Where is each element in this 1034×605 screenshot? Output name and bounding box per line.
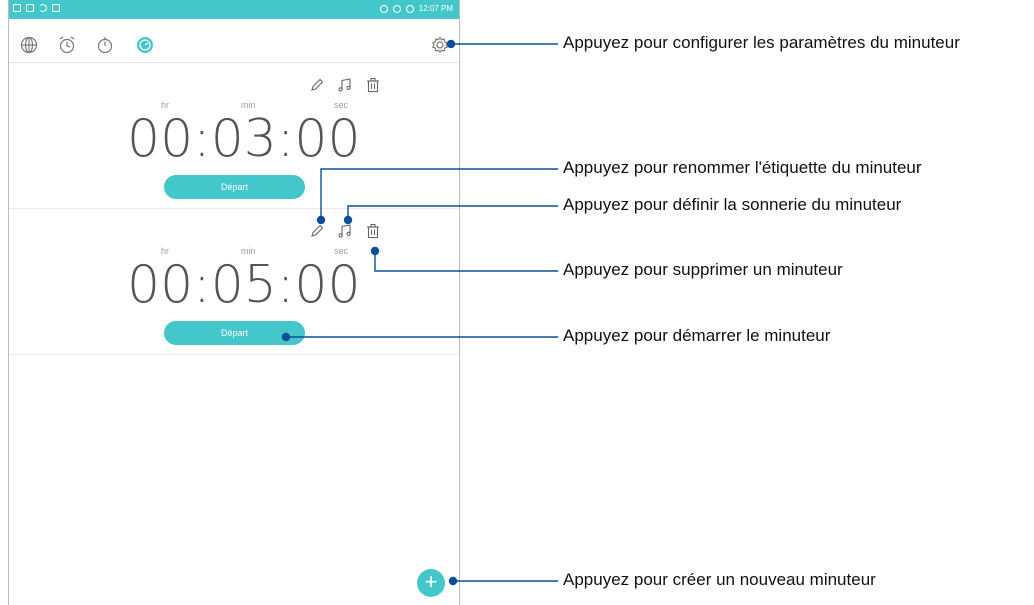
- moon-icon: [39, 4, 47, 12]
- wifi-icon: [392, 5, 401, 13]
- screenshot-icon: [26, 4, 34, 12]
- settings-button[interactable]: [430, 35, 450, 55]
- timer-actions: [309, 223, 381, 239]
- battery-icon: [405, 5, 414, 13]
- pencil-icon: [311, 224, 324, 237]
- delete-button[interactable]: [365, 77, 381, 93]
- alarm-clock-icon: [59, 36, 75, 54]
- callout-start-text: Appuyez pour démarrer le minuteur: [563, 326, 831, 345]
- delete-button[interactable]: [365, 223, 381, 239]
- status-time: 12:07 PM: [418, 4, 453, 13]
- tab-world-clock[interactable]: [19, 35, 39, 55]
- gear-icon: [432, 36, 448, 54]
- pencil-icon: [311, 78, 324, 91]
- callout-delete-text: Appuyez pour supprimer un minuteur: [563, 260, 843, 279]
- start-button[interactable]: Départ: [164, 321, 305, 345]
- callout-rename-text: Appuyez pour renommer l'étiquette du min…: [563, 158, 922, 177]
- timer-card: hr min sec 00:03:00 Départ: [9, 63, 459, 209]
- timer-display[interactable]: 00:05:00: [127, 255, 361, 315]
- start-button[interactable]: Départ: [164, 175, 305, 199]
- rename-button[interactable]: [309, 223, 325, 239]
- callout-settings-text: Appuyez pour configurer les paramètres d…: [563, 33, 960, 52]
- do-not-disturb-icon: [379, 5, 388, 13]
- timer-actions: [309, 77, 381, 93]
- message-icon: [13, 4, 21, 12]
- phone-screen: 12:07 PM hr min sec 00:03:00 Départ hr m…: [8, 0, 460, 605]
- tab-alarm[interactable]: [57, 35, 77, 55]
- tab-bar: [9, 19, 459, 63]
- timer-icon: [137, 37, 153, 53]
- plus-icon: +: [424, 569, 438, 594]
- globe-icon: [20, 36, 38, 54]
- stopwatch-icon: [97, 37, 113, 54]
- add-timer-button[interactable]: +: [417, 569, 445, 597]
- music-note-icon: [338, 78, 351, 92]
- ringtone-button[interactable]: [337, 77, 353, 93]
- callout-create-text: Appuyez pour créer un nouveau minuteur: [563, 570, 876, 589]
- sd-card-icon: [52, 4, 60, 12]
- tab-stopwatch[interactable]: [95, 35, 115, 55]
- rename-button[interactable]: [309, 77, 325, 93]
- ringtone-button[interactable]: [337, 223, 353, 239]
- status-bar: 12:07 PM: [9, 0, 459, 19]
- trash-icon: [367, 223, 379, 239]
- status-system-icons: 12:07 PM: [379, 4, 453, 14]
- tab-timer[interactable]: [135, 35, 155, 55]
- timer-display[interactable]: 00:03:00: [127, 109, 361, 169]
- timer-card: hr min sec 00:05:00 Départ: [9, 209, 459, 355]
- status-notification-icons: [13, 4, 60, 12]
- callout-ringtone-text: Appuyez pour définir la sonnerie du minu…: [563, 195, 902, 214]
- music-note-icon: [338, 224, 351, 238]
- trash-icon: [367, 77, 379, 93]
